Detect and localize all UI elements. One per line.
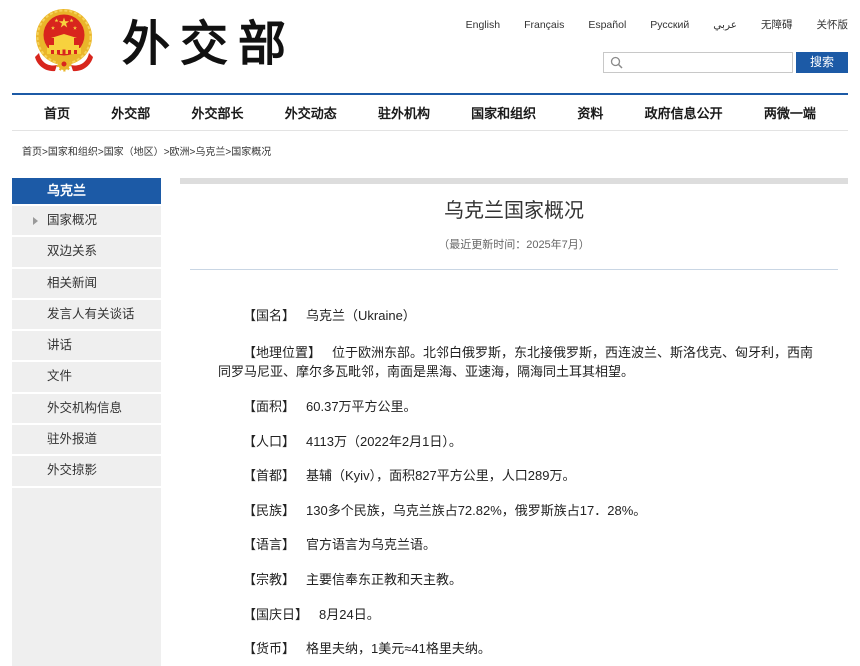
- search-icon: [610, 56, 623, 69]
- nav-item-gov-info-disclosure[interactable]: 政府信息公开: [645, 103, 723, 122]
- search-button[interactable]: 搜索: [796, 52, 848, 73]
- sidebar-item-bilateral-relations[interactable]: 双边关系: [12, 237, 161, 267]
- fact-country-name: 【国名】 乌克兰（Ukraine）: [218, 306, 820, 325]
- main-nav: 首页 外交部 外交部长 外交动态 驻外机构 国家和组织 资料 政府信息公开 两微…: [12, 93, 848, 131]
- search-input[interactable]: [626, 53, 790, 72]
- fact-geography: 【地理位置】 位于欧洲东部。北邻白俄罗斯，东北接俄罗斯，西连波兰、斯洛伐克、匈牙利…: [218, 343, 820, 381]
- fact-value: 格里夫纳，1美元≈41格里夫纳。: [306, 641, 491, 657]
- nav-item-social-media[interactable]: 两微一端: [764, 103, 816, 122]
- main-nav-list: 首页 外交部 外交部长 外交动态 驻外机构 国家和组织 资料 政府信息公开 两微…: [12, 95, 848, 130]
- nav-item-resources[interactable]: 资料: [577, 103, 603, 122]
- sidebar-item-label: 讲话: [47, 338, 73, 353]
- accessibility-link[interactable]: 无障碍: [761, 18, 793, 32]
- breadcrumb-countries-organizations[interactable]: 国家和组织: [48, 147, 98, 158]
- fact-language: 【语言】 官方语言为乌克兰语。: [218, 535, 820, 554]
- title-divider: [190, 269, 838, 270]
- fact-value: 4113万（2022年2月1日）。: [306, 433, 462, 449]
- sidebar-item-label: 文件: [47, 369, 73, 384]
- fact-value: 130多个民族，乌克兰族占72.82%，俄罗斯族占17．28%。: [306, 502, 647, 518]
- sidebar-item-documents[interactable]: 文件: [12, 362, 161, 392]
- elderly-care-mode-link[interactable]: 关怀版: [817, 18, 849, 32]
- sidebar-title: 乌克兰: [12, 178, 161, 204]
- emblem-graphic: [35, 9, 93, 72]
- breadcrumb: 首页>国家和组织>国家（地区）>欧洲>乌克兰>国家概况: [22, 147, 271, 159]
- lang-english-link[interactable]: English: [466, 18, 500, 32]
- fact-value: 基辅（Kyiv），面积827平方公里，人口289万。: [306, 468, 576, 484]
- article-panel: 乌克兰国家概况 （最近更新时间：2025年7月） 【国名】 乌克兰（Ukraine…: [180, 178, 848, 666]
- fact-value: 乌克兰（Ukraine）: [306, 307, 416, 323]
- fact-value: 60.37万平方公里。: [306, 399, 417, 414]
- sidebar-filler: [12, 487, 161, 666]
- fact-currency: 【货币】 格里夫纳，1美元≈41格里夫纳。: [218, 639, 820, 658]
- fact-label: 【地理位置】: [243, 344, 322, 360]
- sidebar-item-label: 外交掠影: [47, 463, 98, 478]
- nav-item-countries-organizations[interactable]: 国家和组织: [471, 103, 536, 122]
- nav-item-home[interactable]: 首页: [44, 103, 70, 122]
- last-updated: （最近更新时间：2025年7月）: [438, 239, 590, 251]
- sidebar-item-label: 相关新闻: [47, 275, 98, 290]
- sidebar-item-mission-reports[interactable]: 驻外报道: [12, 425, 161, 455]
- fact-religion: 【宗教】 主要信奉东正教和天主教。: [218, 570, 820, 589]
- fact-value: 8月24日。: [319, 606, 380, 622]
- fact-area: 【面积】 60.37万平方公里。: [218, 397, 820, 416]
- fact-label: 【货币】: [243, 641, 296, 657]
- fact-ethnic-groups: 【民族】 130多个民族，乌克兰族占72.82%，俄罗斯族占17．28%。: [218, 501, 820, 520]
- article-body: 【国名】 乌克兰（Ukraine） 【地理位置】 位于欧洲东部。北邻白俄罗斯，东北接…: [218, 306, 820, 666]
- language-bar: English Français Español Русский عربي 无障…: [466, 18, 848, 32]
- sidebar-item-missions-info[interactable]: 外交机构信息: [12, 393, 161, 424]
- sidebar-item-country-profile[interactable]: 国家概况: [12, 206, 161, 236]
- lang-spanish-link[interactable]: Español: [588, 18, 626, 32]
- lang-russian-link[interactable]: Русский: [650, 18, 689, 32]
- site-logo: 外交部: [122, 16, 297, 72]
- sidebar-item-spokesperson-remarks[interactable]: 发言人有关谈话: [12, 299, 161, 330]
- fact-label: 【人口】: [243, 433, 296, 449]
- sidebar-list: 国家概况 双边关系 相关新闻 发言人有关谈话 讲话 文件 外交机构信息 驻外报道…: [12, 206, 161, 486]
- sidebar-item-label: 国家概况: [47, 213, 98, 227]
- breadcrumb-ukraine[interactable]: 乌克兰: [195, 147, 225, 158]
- lang-french-link[interactable]: Français: [524, 18, 564, 32]
- search-box: [603, 52, 793, 73]
- nav-item-diplomatic-news[interactable]: 外交动态: [285, 103, 337, 122]
- fact-label: 【面积】: [243, 399, 296, 414]
- breadcrumb-countries-regions[interactable]: 国家（地区）: [104, 147, 164, 158]
- sidebar-item-label: 双边关系: [47, 244, 98, 259]
- fact-label: 【国名】: [243, 307, 296, 323]
- breadcrumb-country-profile[interactable]: 国家概况: [231, 147, 271, 158]
- lang-arabic-link[interactable]: عربي: [713, 18, 737, 32]
- fact-value: 主要信奉东正教和天主教。: [306, 571, 463, 587]
- nav-item-missions-abroad[interactable]: 驻外机构: [378, 103, 430, 122]
- fact-label: 【首都】: [243, 468, 296, 484]
- breadcrumb-europe[interactable]: 欧洲: [170, 147, 190, 158]
- sidebar-item-speeches[interactable]: 讲话: [12, 331, 161, 361]
- national-emblem-icon: [33, 7, 95, 73]
- fact-label: 【民族】: [243, 502, 296, 518]
- fact-population: 【人口】 4113万（2022年2月1日）。: [218, 432, 820, 451]
- sidebar-item-label: 外交机构信息: [47, 400, 123, 415]
- sidebar-item-diplomatic-snapshots[interactable]: 外交掠影: [12, 456, 161, 486]
- fact-label: 【语言】: [243, 537, 296, 553]
- breadcrumb-home[interactable]: 首页: [22, 147, 42, 158]
- sidebar-item-label: 发言人有关谈话: [47, 306, 135, 321]
- nav-item-minister[interactable]: 外交部长: [191, 103, 243, 122]
- fact-value: 官方语言为乌克兰语。: [306, 537, 437, 553]
- caret-right-icon: [33, 216, 38, 225]
- nav-item-ministry[interactable]: 外交部: [111, 103, 150, 122]
- fact-national-day: 【国庆日】 8月24日。: [218, 605, 820, 624]
- sidebar-item-related-news[interactable]: 相关新闻: [12, 268, 161, 298]
- page-title: 乌克兰国家概况: [444, 200, 584, 222]
- sidebar-item-label: 驻外报道: [47, 432, 98, 447]
- fact-label: 【宗教】: [243, 571, 296, 587]
- fact-capital: 【首都】 基辅（Kyiv），面积827平方公里，人口289万。: [218, 466, 820, 485]
- fact-label: 【国庆日】: [243, 606, 309, 622]
- sidebar: 乌克兰 国家概况 双边关系 相关新闻 发言人有关谈话 讲话 文件 外交机构信息 …: [12, 178, 161, 666]
